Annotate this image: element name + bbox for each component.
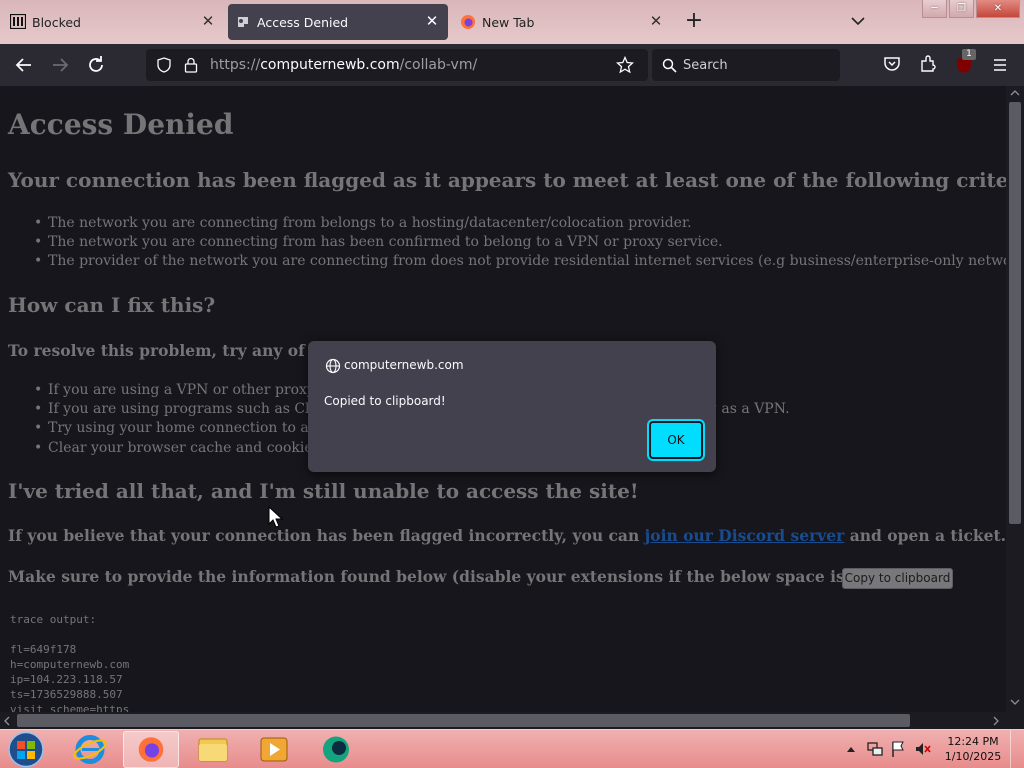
media-player-icon[interactable]: [246, 731, 302, 768]
alert-dialog: computernewb.com Copied to clipboard! OK: [308, 341, 716, 472]
restore-button[interactable]: ❐: [949, 0, 974, 18]
clock-time: 12:24 PM: [947, 735, 999, 748]
show-desktop-button[interactable]: [1010, 730, 1024, 768]
window-controls: ─ ❐ ✕: [922, 0, 1020, 18]
chevron-down-icon[interactable]: [848, 11, 868, 31]
reload-icon[interactable]: [84, 53, 108, 77]
minimize-button[interactable]: ─: [922, 0, 947, 18]
mouse-cursor-icon: [268, 506, 284, 528]
close-window-button[interactable]: ✕: [976, 0, 1020, 18]
tab-label: Blocked: [32, 15, 81, 30]
firefox-taskbar-icon[interactable]: [123, 731, 179, 768]
collabvm-icon: [238, 17, 248, 27]
url-text: https://computernewb.com/collab-vm/: [210, 57, 477, 73]
close-icon[interactable]: ✕: [200, 13, 216, 29]
shield-icon[interactable]: [156, 57, 172, 73]
clock[interactable]: 12:24 PM 1/10/2025: [940, 734, 1006, 764]
ok-button[interactable]: OK: [647, 419, 705, 461]
url-scheme: https://: [210, 57, 261, 73]
dialog-origin: computernewb.com: [344, 358, 464, 372]
show-hidden-icons[interactable]: [846, 745, 856, 753]
new-tab-button[interactable]: +: [684, 10, 704, 32]
tab-label: New Tab: [482, 15, 535, 30]
globe-icon: [325, 358, 341, 374]
action-center-flag-icon[interactable]: [890, 740, 906, 758]
close-icon[interactable]: ✕: [424, 13, 440, 29]
clock-date: 1/10/2025: [944, 750, 1002, 763]
lock-icon[interactable]: [184, 57, 198, 73]
search-icon: [662, 58, 677, 73]
search-placeholder: Search: [683, 58, 728, 73]
scroll-right-icon[interactable]: [992, 716, 1000, 726]
start-button-icon[interactable]: [6, 731, 46, 768]
scroll-down-icon[interactable]: [1010, 698, 1020, 706]
url-path: /collab-vm/: [399, 57, 478, 73]
pocket-icon[interactable]: [883, 55, 901, 73]
scroll-up-icon[interactable]: [1010, 89, 1020, 97]
dialog-message: Copied to clipboard!: [324, 394, 446, 408]
tab-label: Access Denied: [257, 15, 349, 30]
network-icon[interactable]: [866, 741, 884, 757]
taskbar: 12:24 PM 1/10/2025: [0, 729, 1024, 768]
url-bar[interactable]: https://computernewb.com/collab-vm/: [146, 49, 648, 81]
forward-arrow-icon[interactable]: [48, 53, 72, 77]
back-arrow-icon[interactable]: [12, 53, 36, 77]
extensions-icon[interactable]: [919, 55, 937, 73]
close-icon[interactable]: ✕: [648, 13, 664, 29]
vertical-scrollbar-thumb[interactable]: [1009, 102, 1021, 524]
tab-blocked[interactable]: Blocked ✕: [0, 0, 224, 44]
tab-access-denied[interactable]: Access Denied ✕: [228, 4, 448, 40]
horizontal-scrollbar-thumb[interactable]: [17, 714, 910, 727]
network-app-icon[interactable]: [308, 731, 364, 768]
internet-explorer-icon[interactable]: [62, 731, 118, 768]
tab-new-tab[interactable]: New Tab ✕: [452, 0, 672, 44]
building-icon: [10, 14, 26, 29]
extension-badge: 1: [962, 49, 976, 60]
file-explorer-icon[interactable]: [185, 731, 241, 768]
url-host: computernewb.com: [260, 57, 400, 73]
volume-muted-icon[interactable]: [914, 741, 932, 757]
navigation-toolbar: https://computernewb.com/collab-vm/ Sear…: [0, 44, 1024, 86]
menu-icon[interactable]: [991, 56, 1009, 74]
tab-strip: Blocked ✕ Access Denied ✕ New Tab ✕ + ─ …: [0, 0, 1024, 44]
scroll-left-icon[interactable]: [3, 716, 11, 726]
firefox-icon: [461, 15, 475, 29]
search-bar[interactable]: Search: [652, 49, 840, 81]
star-icon[interactable]: [616, 56, 634, 74]
